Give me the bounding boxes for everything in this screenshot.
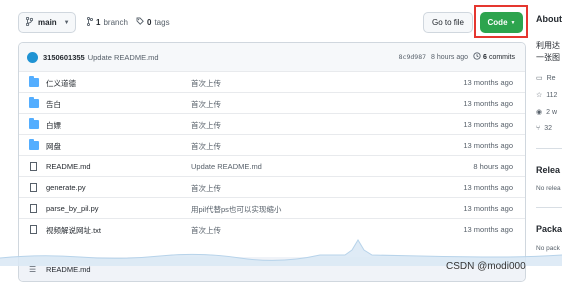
file-row[interactable]: 白嫖 首次上传 13 months ago	[19, 113, 525, 134]
branches-link[interactable]: 1 branch	[86, 16, 128, 28]
commits-link[interactable]: 6 commits	[473, 52, 515, 62]
packages-heading[interactable]: Packa	[536, 224, 562, 234]
about-sidebar: About 利用达 一张图 ▭ Re ☆ 112 ◉ 2 w ⑂ 32 Rele…	[533, 0, 562, 282]
file-name[interactable]: generate.py	[46, 183, 86, 192]
watchers-count: 2 w	[546, 108, 558, 116]
releases-empty-text: No relea	[536, 185, 561, 192]
file-name[interactable]: 视频解说网址.txt	[46, 225, 101, 236]
forks-count: 32	[544, 125, 552, 132]
file-commit-message[interactable]: 首次上传	[191, 78, 221, 89]
file-age: 13 months ago	[463, 99, 513, 108]
code-button-label: Code	[487, 18, 508, 27]
file-row[interactable]: README.md Update README.md 8 hours ago	[19, 155, 525, 176]
branch-count: 1	[96, 18, 101, 27]
commit-message[interactable]: Update README.md	[88, 53, 159, 62]
branch-icon	[86, 16, 94, 28]
tag-count: 0	[147, 17, 152, 27]
file-row[interactable]: 视频解说网址.txt 首次上传 13 months ago	[19, 218, 525, 239]
readme-title[interactable]: README.md	[46, 265, 91, 274]
file-row[interactable]: parse_by_pil.py 用pil代替ps也可以实现缩小 13 month…	[19, 197, 525, 218]
readme-link[interactable]: ▭ Re	[536, 74, 556, 83]
commit-hash[interactable]: 8c9d987	[399, 53, 426, 61]
history-icon	[473, 52, 481, 62]
file-age: 13 months ago	[463, 204, 513, 213]
file-icon	[30, 183, 37, 192]
fork-icon: ⑂	[536, 125, 541, 132]
file-icon	[30, 162, 37, 171]
commit-count-label: commits	[488, 53, 515, 61]
tags-link[interactable]: 0 tags	[136, 17, 170, 27]
commit-time: 8 hours ago	[431, 53, 469, 61]
watermark: CSDN @modi000	[446, 261, 526, 272]
readme-link-label: Re	[546, 74, 556, 82]
file-row[interactable]: 仁义道德 首次上传 13 months ago	[19, 71, 525, 92]
file-icon	[30, 204, 37, 213]
file-age: 13 months ago	[463, 225, 513, 234]
divider	[536, 207, 562, 208]
file-row[interactable]: 网盘 首次上传 13 months ago	[19, 134, 525, 155]
stars-link[interactable]: ☆ 112	[536, 91, 558, 100]
file-commit-message[interactable]: 首次上传	[191, 120, 221, 131]
file-age: 13 months ago	[463, 120, 513, 129]
eye-icon: ◉	[536, 109, 543, 116]
book-icon: ▭	[536, 75, 543, 82]
chevron-down-icon: ▼	[510, 19, 516, 26]
commit-meta: 8c9d987 8 hours ago 6 commits	[399, 52, 515, 62]
branch-selector-button[interactable]: main ▼	[18, 12, 76, 33]
avatar[interactable]	[27, 51, 38, 63]
file-commit-message[interactable]: Update README.md	[191, 162, 262, 171]
file-name[interactable]: parse_by_pil.py	[46, 204, 99, 213]
file-commit-message[interactable]: 首次上传	[191, 99, 221, 110]
file-icon	[30, 225, 37, 234]
star-icon: ☆	[536, 92, 543, 99]
list-icon[interactable]: ☰	[29, 265, 36, 274]
file-age: 8 hours ago	[473, 162, 513, 171]
branch-name: main	[38, 18, 57, 27]
file-commit-message[interactable]: 首次上传	[191, 141, 221, 152]
chevron-down-icon: ▼	[63, 19, 70, 26]
branch-icon	[25, 16, 34, 28]
file-age: 13 months ago	[463, 183, 513, 192]
file-browser: 3150601355 Update README.md 8c9d987 8 ho…	[18, 42, 526, 282]
file-row[interactable]: 告白 首次上传 13 months ago	[19, 92, 525, 113]
file-commit-message[interactable]: 首次上传	[191, 183, 221, 194]
branch-label: branch	[103, 18, 128, 27]
about-description-line1: 利用达	[536, 41, 560, 50]
go-to-file-button[interactable]: Go to file	[423, 12, 473, 33]
commit-count: 6	[483, 53, 487, 61]
file-commit-message[interactable]: 用pil代替ps也可以实现缩小	[191, 204, 281, 215]
tag-icon	[136, 17, 144, 27]
folder-icon	[29, 139, 39, 150]
file-commit-message[interactable]: 首次上传	[191, 225, 221, 236]
code-button[interactable]: Code ▼	[480, 12, 523, 33]
about-description-line2: 一张图	[536, 53, 560, 62]
file-row[interactable]: generate.py 首次上传 13 months ago	[19, 176, 525, 197]
packages-empty-text: No pack	[536, 245, 560, 252]
forks-link[interactable]: ⑂ 32	[536, 125, 552, 132]
file-age: 13 months ago	[463, 141, 513, 150]
releases-heading[interactable]: Relea	[536, 165, 560, 175]
file-name[interactable]: 白嫖	[46, 120, 61, 131]
stars-count: 112	[546, 91, 558, 99]
file-name[interactable]: 网盘	[46, 141, 61, 152]
file-age: 13 months ago	[463, 78, 513, 87]
commit-author[interactable]: 3150601355	[43, 53, 85, 62]
tag-label: tags	[154, 17, 170, 27]
file-name[interactable]: 仁义道德	[46, 78, 76, 89]
divider	[536, 148, 562, 149]
about-heading: About	[536, 14, 562, 24]
folder-icon	[29, 118, 39, 129]
watchers-link[interactable]: ◉ 2 w	[536, 108, 558, 117]
folder-icon	[29, 97, 39, 108]
file-name[interactable]: README.md	[46, 162, 91, 171]
folder-icon	[29, 76, 39, 87]
latest-commit-bar: 3150601355 Update README.md 8c9d987 8 ho…	[19, 43, 525, 72]
file-name[interactable]: 告白	[46, 99, 61, 110]
